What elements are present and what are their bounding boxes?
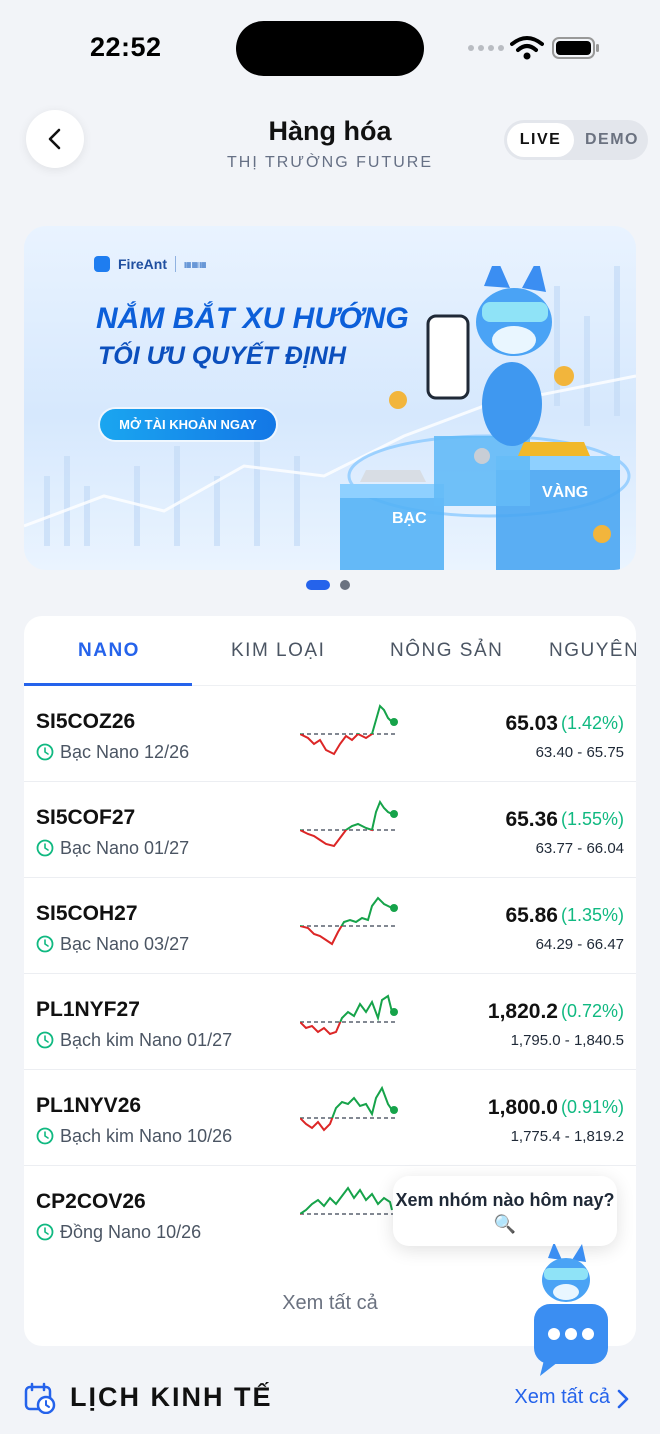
banner-pager[interactable] (306, 580, 350, 590)
instrument-change: (1.42%) (560, 713, 624, 733)
instrument-name: Đồng Nano 10/26 (60, 1222, 202, 1242)
instrument-price: 65.86 (505, 904, 558, 927)
gold-label: VÀNG (542, 484, 589, 501)
promo-banner[interactable]: FireAnt ▦▦▦ NẮM BẮT XU HƯỚNG TỐI ƯU QUYẾ… (24, 226, 636, 570)
status-bar: 22:52 (0, 0, 660, 96)
instrument-price: 65.03 (505, 712, 558, 735)
live-demo-toggle[interactable]: LIVE DEMO (504, 120, 648, 160)
tab-nong-san[interactable]: NÔNG SẢN (390, 640, 503, 662)
calendar-see-all-link[interactable]: Xem tất cả (514, 1386, 610, 1409)
instrument-symbol: CP2COV26 (36, 1190, 146, 1213)
instrument-range: 1,775.4 - 1,819.2 (510, 1128, 624, 1145)
mascot-illustration (340, 266, 631, 570)
tab-kim-loai[interactable]: KIM LOẠI (231, 640, 325, 662)
instrument-range: 64.29 - 66.47 (535, 936, 624, 953)
clock-icon (36, 1223, 54, 1241)
clock-icon (36, 839, 54, 857)
tab-nguyen[interactable]: NGUYÊN (549, 640, 636, 662)
calendar-clock-icon (24, 1382, 56, 1414)
instrument-symbol: SI5COH27 (36, 902, 138, 925)
instrument-range: 63.40 - 65.75 (535, 744, 624, 761)
chevron-right-icon[interactable] (616, 1388, 630, 1410)
instrument-name: Bạc Nano 03/27 (60, 934, 190, 954)
clock-icon (36, 1031, 54, 1049)
clock-icon (36, 935, 54, 953)
instrument-range: 1,795.0 - 1,840.5 (510, 1032, 624, 1049)
instrument-range: 63.77 - 66.04 (535, 840, 624, 857)
wifi-icon (510, 36, 544, 60)
fireant-logo: FireAnt ▦▦▦ (94, 256, 207, 272)
instrument-row[interactable]: SI5COH27 Bạc Nano 03/27 65.86 (1.35%) 64.29 … (24, 878, 636, 974)
sparkline-chart (300, 1186, 396, 1215)
instrument-price: 1,820.2 (487, 1000, 558, 1023)
instrument-price: 1,800.0 (487, 1096, 558, 1119)
banner-subheadline: TỐI ƯU QUYẾT ĐỊNH (98, 342, 346, 370)
battery-icon (552, 37, 599, 59)
signal-icon (468, 45, 504, 51)
sparkline-chart (300, 799, 398, 848)
sparkline-chart (300, 994, 398, 1036)
instrument-row[interactable]: PL1NYV26 Bạch kim Nano 10/26 1,800.0 (0.91%… (24, 1070, 636, 1166)
sparkline-chart (300, 896, 398, 946)
instrument-change: (0.72%) (560, 1001, 624, 1021)
mode-demo-option[interactable]: DEMO (578, 123, 646, 157)
status-time: 22:52 (90, 32, 162, 62)
instrument-symbol: SI5COZ26 (36, 710, 136, 733)
economic-calendar-section: LỊCH KINH TẾ Xem tất cả (24, 1374, 636, 1424)
clock-icon (36, 743, 54, 761)
mode-live-option[interactable]: LIVE (507, 123, 574, 157)
instrument-name: Bạch kim Nano 01/27 (60, 1030, 233, 1050)
silver-label: BẠC (392, 510, 427, 527)
instrument-change: (1.55%) (560, 809, 624, 829)
sparkline-chart (300, 1085, 398, 1132)
instrument-symbol: SI5COF27 (36, 806, 136, 829)
tab-nano[interactable]: NANO (78, 640, 140, 662)
instrument-change: (1.35%) (560, 905, 624, 925)
clock-icon (36, 1127, 54, 1145)
instrument-row[interactable]: SI5COZ26 Bạc Nano 12/26 65.03 (1.42%) 63.40 … (24, 686, 636, 782)
category-tabs: NANO KIM LOẠI NÔNG SẢN NGUYÊN (24, 616, 636, 686)
instrument-row[interactable]: PL1NYF27 Bạch kim Nano 01/27 1,820.2 (0.72%… (24, 974, 636, 1070)
assistant-bubble[interactable]: Xem nhóm nào hôm nay? 🔍 (393, 1176, 617, 1246)
page-header: Hàng hóa THỊ TRƯỜNG FUTURE LIVE DEMO (0, 96, 660, 188)
sparkline-chart (300, 704, 398, 756)
chat-assistant-button[interactable] (530, 1244, 622, 1376)
open-account-button[interactable]: MỞ TÀI KHOẢN NGAY (100, 409, 276, 440)
instrument-price: 65.36 (505, 808, 558, 831)
instrument-symbol: PL1NYF27 (36, 998, 140, 1021)
instrument-name: Bạc Nano 12/26 (60, 742, 190, 762)
instrument-symbol: PL1NYV26 (36, 1094, 142, 1117)
instrument-row[interactable]: SI5COF27 Bạc Nano 01/27 65.36 (1.55%) 63.77 … (24, 782, 636, 878)
instrument-name: Bạc Nano 01/27 (60, 838, 190, 858)
pager-dot[interactable] (340, 580, 350, 590)
partner-logo: ▦▦▦ (184, 259, 207, 269)
instrument-change: (0.91%) (560, 1097, 624, 1117)
instrument-name: Bạch kim Nano 10/26 (60, 1126, 233, 1146)
section-title: LỊCH KINH TẾ (70, 1382, 273, 1412)
pager-dot-active[interactable] (306, 580, 330, 590)
dynamic-island (236, 21, 424, 76)
